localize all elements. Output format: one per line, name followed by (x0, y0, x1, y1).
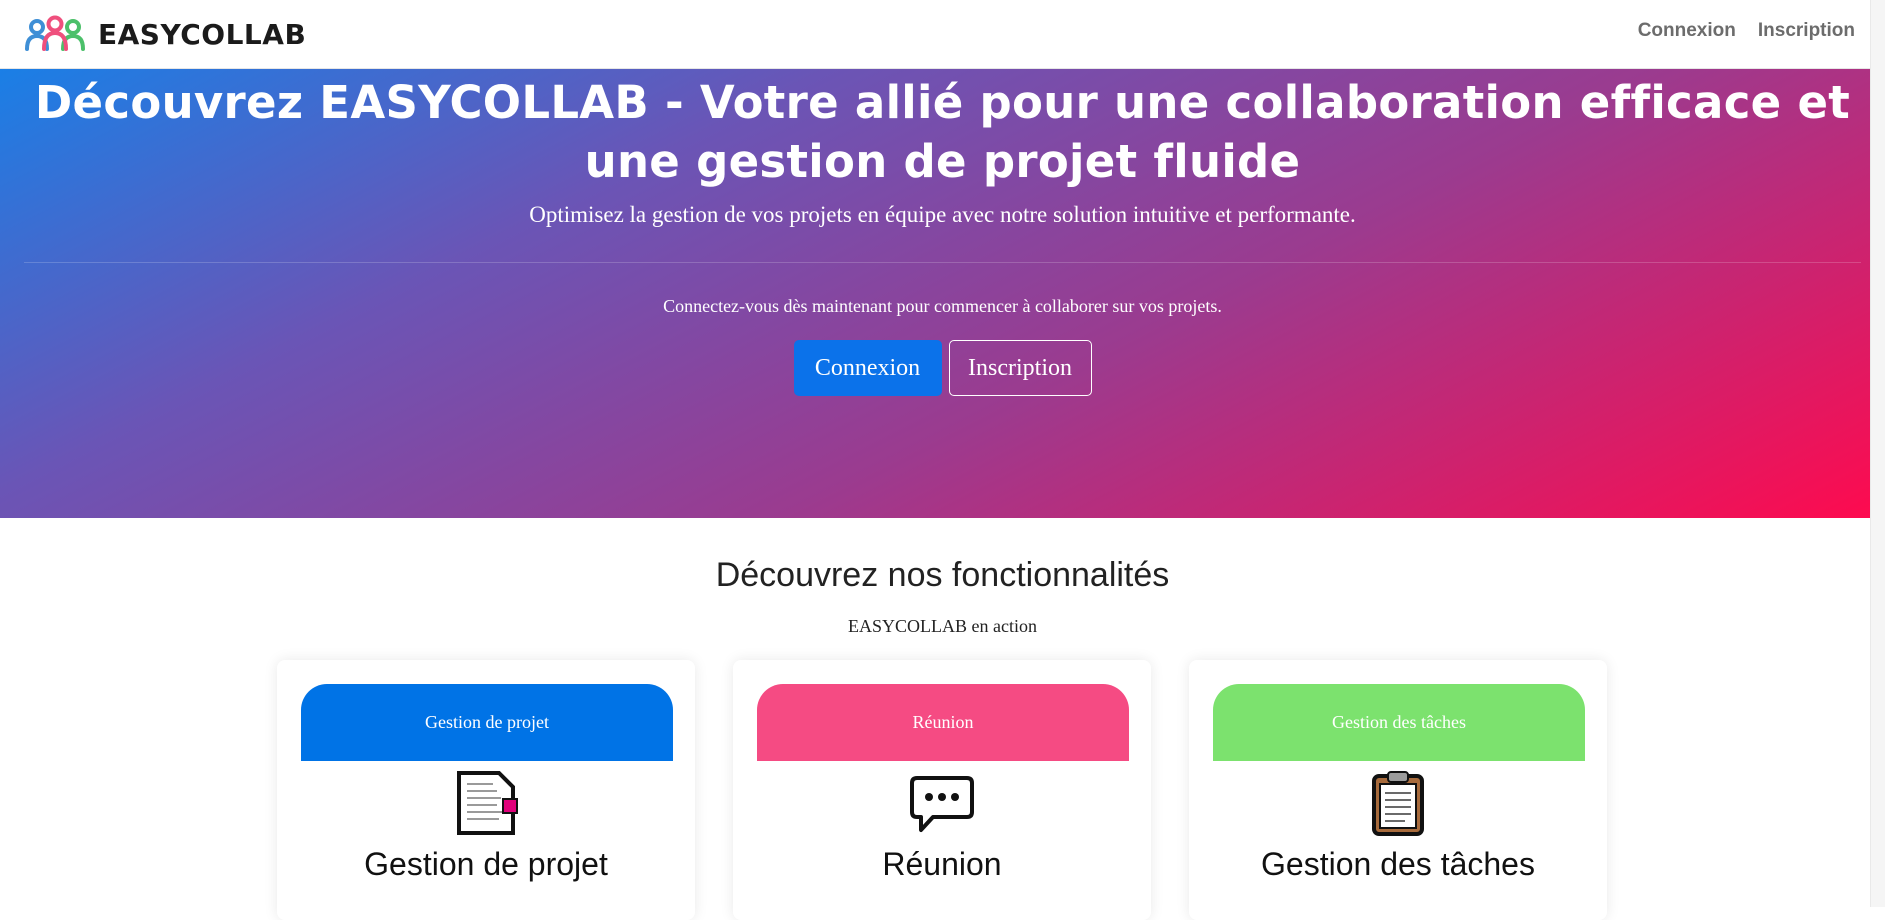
feature-card-project[interactable]: Gestion de projet Gestion de projet (277, 660, 695, 920)
nav-links: Connexion Inscription (1638, 20, 1855, 42)
card-title: Gestion de projet (364, 846, 608, 882)
speech-bubble-icon (910, 776, 974, 832)
nav-login-link[interactable]: Connexion (1638, 20, 1736, 42)
nav-signup-link[interactable]: Inscription (1758, 20, 1855, 42)
hero-cta-text: Connectez-vous dès maintenant pour comme… (663, 296, 1222, 316)
features-title: Découvrez nos fonctionnalités (715, 556, 1170, 594)
top-navbar: EASYCOLLAB Connexion Inscription (0, 0, 1885, 69)
hero-section: Découvrez EASYCOLLAB - Votre allié pour … (0, 69, 1885, 518)
hero-title: Découvrez EASYCOLLAB - Votre allié pour … (34, 76, 1851, 188)
features-subtitle: EASYCOLLAB en action (848, 616, 1037, 636)
hero-subtitle: Optimisez la gestion de vos projets en é… (529, 202, 1356, 227)
page-scrollbar[interactable] (1870, 0, 1885, 907)
clipboard-icon (1372, 771, 1424, 836)
card-title: Gestion des tâches (1261, 846, 1535, 882)
brand-name: EASYCOLLAB (98, 17, 307, 51)
document-icon (457, 771, 518, 835)
feature-card-meeting[interactable]: Réunion Réunion (733, 660, 1151, 920)
team-people-icon (25, 15, 85, 51)
hero-divider (24, 262, 1861, 263)
feature-card-tasks[interactable]: Gestion des tâches Gestion des tâches (1189, 660, 1607, 920)
brand[interactable]: EASYCOLLAB (24, 14, 306, 54)
signup-button[interactable]: Inscription (948, 340, 1092, 396)
login-button[interactable]: Connexion (793, 340, 942, 396)
card-header: Gestion des tâches (1213, 684, 1585, 761)
card-header: Gestion de projet (301, 684, 673, 761)
card-title: Réunion (882, 846, 1002, 882)
hero-buttons: Connexion Inscription (0, 340, 1885, 396)
card-header: Réunion (757, 684, 1129, 761)
